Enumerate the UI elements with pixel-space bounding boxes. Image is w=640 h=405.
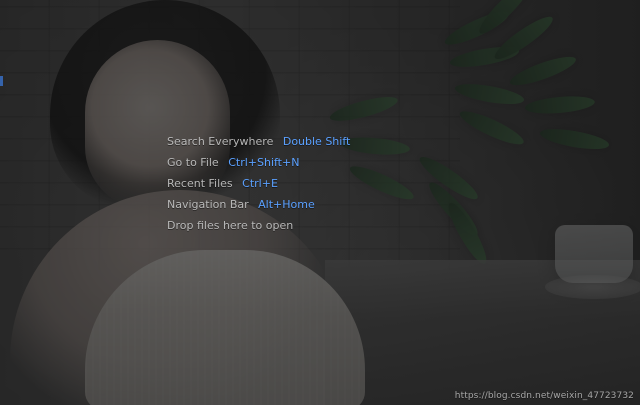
hint-label: Search Everywhere bbox=[167, 135, 274, 148]
hint-row-search-everywhere: Search Everywhere Double Shift bbox=[167, 131, 487, 152]
hint-row-recent-files: Recent Files Ctrl+E bbox=[167, 173, 487, 194]
empty-editor-hints: Search Everywhere Double Shift Go to Fil… bbox=[167, 131, 487, 236]
hint-shortcut: Alt+Home bbox=[258, 198, 315, 211]
ide-editor-empty-state: Search Everywhere Double Shift Go to Fil… bbox=[0, 0, 640, 405]
hint-row-drop-files: Drop files here to open bbox=[167, 215, 487, 236]
hint-shortcut: Ctrl+E bbox=[242, 177, 278, 190]
hint-shortcut: Double Shift bbox=[282, 135, 351, 148]
hint-label: Drop files here to open bbox=[167, 219, 294, 232]
hint-row-go-to-file: Go to File Ctrl+Shift+N bbox=[167, 152, 487, 173]
hint-label: Navigation Bar bbox=[167, 198, 249, 211]
hint-label: Recent Files bbox=[167, 177, 233, 190]
hint-row-navigation-bar: Navigation Bar Alt+Home bbox=[167, 194, 487, 215]
hint-label: Go to File bbox=[167, 156, 219, 169]
source-watermark: https://blog.csdn.net/weixin_47723732 bbox=[454, 391, 634, 401]
hint-shortcut: Ctrl+Shift+N bbox=[228, 156, 300, 169]
left-edge-marker bbox=[0, 76, 3, 86]
